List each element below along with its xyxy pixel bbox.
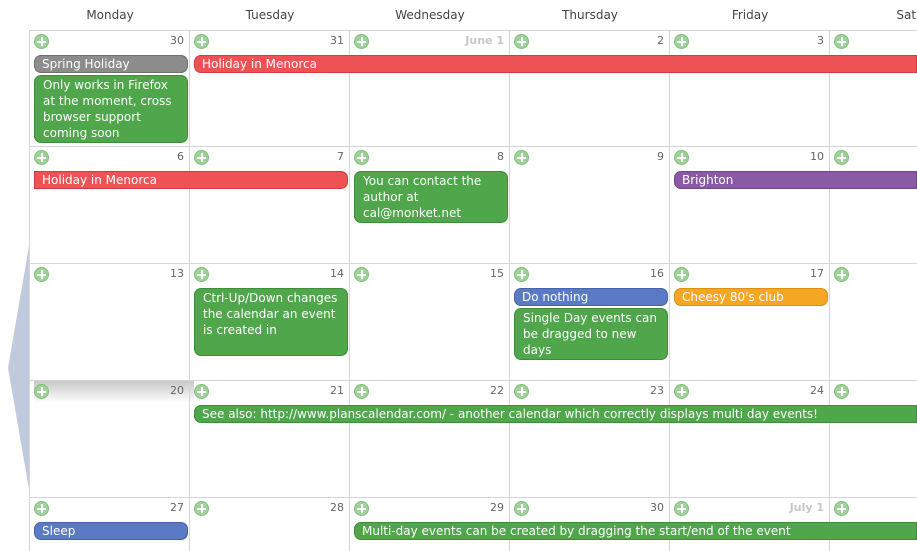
day-number: 30 — [650, 501, 664, 514]
add-event-plus-icon[interactable] — [674, 384, 689, 399]
add-event-plus-icon[interactable] — [354, 150, 369, 165]
add-event-plus-icon[interactable] — [514, 384, 529, 399]
day-number: July 1 — [789, 501, 824, 514]
calendar-event[interactable]: Spring Holiday — [34, 55, 188, 73]
add-event-plus-icon[interactable] — [674, 267, 689, 282]
previous-arrow-icon — [8, 240, 30, 495]
calendar-event[interactable]: Holiday in Menorca — [194, 55, 917, 73]
calendar-event[interactable]: Multi-day events can be created by dragg… — [354, 522, 917, 540]
add-event-plus-icon[interactable] — [834, 384, 849, 399]
day-number: 27 — [170, 501, 184, 514]
add-event-plus-icon[interactable] — [834, 501, 849, 516]
add-event-plus-icon[interactable] — [834, 150, 849, 165]
add-event-plus-icon[interactable] — [194, 384, 209, 399]
calendar-event[interactable]: Cheesy 80's club — [674, 288, 828, 306]
day-cell[interactable] — [830, 30, 917, 146]
previous-week-tab[interactable] — [0, 240, 30, 495]
weekday-header-monday: Monday — [86, 8, 134, 22]
add-event-plus-icon[interactable] — [674, 150, 689, 165]
add-event-plus-icon[interactable] — [514, 501, 529, 516]
add-event-plus-icon[interactable] — [34, 501, 49, 516]
add-event-plus-icon[interactable] — [354, 501, 369, 516]
day-number: 23 — [650, 384, 664, 397]
day-number: 20 — [170, 384, 184, 397]
day-number: 30 — [170, 34, 184, 47]
add-event-plus-icon[interactable] — [194, 150, 209, 165]
add-event-plus-icon[interactable] — [674, 501, 689, 516]
day-cell[interactable]: 31 — [190, 30, 350, 146]
day-cell[interactable]: 20 — [30, 380, 190, 497]
calendar-event[interactable]: Brighton — [674, 171, 917, 189]
calendar-month-view: Monday Tuesday Wednesday Thursday Friday Satu… — [0, 0, 917, 551]
day-cell[interactable]: 3 — [670, 30, 830, 146]
day-cell[interactable] — [830, 380, 917, 497]
add-event-plus-icon[interactable] — [514, 267, 529, 282]
calendar-event[interactable]: Ctrl-Up/Down changes the calendar an eve… — [194, 288, 348, 356]
calendar-event[interactable]: Holiday in Menorca — [34, 171, 348, 189]
day-cell[interactable]: 24 — [670, 380, 830, 497]
day-number: 29 — [490, 501, 504, 514]
day-number: 8 — [497, 150, 504, 163]
add-event-plus-icon[interactable] — [34, 150, 49, 165]
day-number: 24 — [810, 384, 824, 397]
add-event-plus-icon[interactable] — [834, 267, 849, 282]
day-cell[interactable] — [830, 146, 917, 263]
add-event-plus-icon[interactable] — [194, 501, 209, 516]
add-event-plus-icon[interactable] — [194, 267, 209, 282]
add-event-plus-icon[interactable] — [194, 34, 209, 49]
day-cell[interactable]: June 1 — [350, 30, 510, 146]
add-event-plus-icon[interactable] — [354, 34, 369, 49]
day-number: 15 — [490, 267, 504, 280]
weekday-header-thursday: Thursday — [562, 8, 618, 22]
weekday-header-friday: Friday — [731, 8, 769, 22]
day-number: 16 — [650, 267, 664, 280]
day-cell[interactable]: 2 — [510, 30, 670, 146]
weekday-header-tuesday: Tuesday — [245, 8, 295, 22]
day-number: 14 — [330, 267, 344, 280]
add-event-plus-icon[interactable] — [354, 267, 369, 282]
day-number: 10 — [810, 150, 824, 163]
day-cell[interactable]: 9 — [510, 146, 670, 263]
add-event-plus-icon[interactable] — [354, 384, 369, 399]
add-event-plus-icon[interactable] — [514, 150, 529, 165]
add-event-plus-icon[interactable] — [34, 384, 49, 399]
day-number: 13 — [170, 267, 184, 280]
calendar-event[interactable]: Sleep — [34, 522, 188, 540]
day-number: 2 — [657, 34, 664, 47]
calendar-event[interactable]: Do nothing — [514, 288, 668, 306]
day-number: 3 — [817, 34, 824, 47]
day-number: 31 — [330, 34, 344, 47]
day-cell[interactable]: 23 — [510, 380, 670, 497]
day-cell[interactable]: 21 — [190, 380, 350, 497]
day-number: 9 — [657, 150, 664, 163]
day-number: 22 — [490, 384, 504, 397]
day-cell[interactable]: 15 — [350, 263, 510, 380]
day-cell[interactable]: 6 — [30, 146, 190, 263]
calendar-event[interactable]: Only works in Firefox at the moment, cro… — [34, 75, 188, 143]
day-number: 17 — [810, 267, 824, 280]
day-cell[interactable]: 28 — [190, 497, 350, 551]
add-event-plus-icon[interactable] — [34, 267, 49, 282]
calendar-event[interactable]: See also: http://www.planscalendar.com/ … — [194, 405, 917, 423]
add-event-plus-icon[interactable] — [514, 34, 529, 49]
day-number: 28 — [330, 501, 344, 514]
day-cell[interactable]: 10 — [670, 146, 830, 263]
day-cell[interactable]: 13 — [30, 263, 190, 380]
add-event-plus-icon[interactable] — [674, 34, 689, 49]
weekday-header-saturday: Satu — [896, 8, 917, 22]
add-event-plus-icon[interactable] — [834, 34, 849, 49]
day-cell[interactable]: 17 — [670, 263, 830, 380]
day-cell[interactable]: 7 — [190, 146, 350, 263]
calendar-event[interactable]: You can contact the author at cal@monket… — [354, 171, 508, 223]
calendar-event[interactable]: Single Day events can be dragged to new … — [514, 308, 668, 360]
add-event-plus-icon[interactable] — [34, 34, 49, 49]
day-number: 6 — [177, 150, 184, 163]
day-number: 21 — [330, 384, 344, 397]
day-cell[interactable] — [830, 263, 917, 380]
day-cell[interactable]: 22 — [350, 380, 510, 497]
day-number: June 1 — [465, 34, 504, 47]
day-number: 7 — [337, 150, 344, 163]
weekday-header-wednesday: Wednesday — [395, 8, 465, 22]
